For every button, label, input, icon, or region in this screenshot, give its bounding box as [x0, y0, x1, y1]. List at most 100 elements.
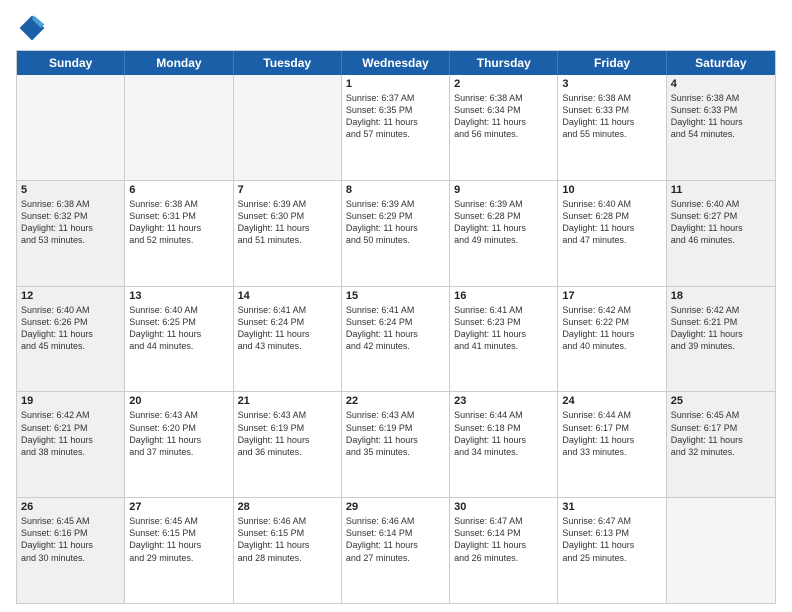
day-number: 11 [671, 184, 771, 196]
day-number: 30 [454, 501, 553, 513]
day-cell-5: 5 Sunrise: 6:38 AM Sunset: 6:32 PM Daylig… [17, 181, 125, 286]
day-cell-23: 23 Sunrise: 6:44 AM Sunset: 6:18 PM Dayli… [450, 392, 558, 497]
day-cell-24: 24 Sunrise: 6:44 AM Sunset: 6:17 PM Dayli… [558, 392, 666, 497]
day-number: 23 [454, 395, 553, 407]
day-info: Sunrise: 6:43 AM Sunset: 6:20 PM Dayligh… [129, 409, 228, 458]
day-cell-29: 29 Sunrise: 6:46 AM Sunset: 6:14 PM Dayli… [342, 498, 450, 603]
day-info: Sunrise: 6:37 AM Sunset: 6:35 PM Dayligh… [346, 92, 445, 141]
day-number: 3 [562, 78, 661, 90]
day-cell-21: 21 Sunrise: 6:43 AM Sunset: 6:19 PM Dayli… [234, 392, 342, 497]
day-cell-11: 11 Sunrise: 6:40 AM Sunset: 6:27 PM Dayli… [667, 181, 775, 286]
day-info: Sunrise: 6:42 AM Sunset: 6:22 PM Dayligh… [562, 304, 661, 353]
day-number: 17 [562, 290, 661, 302]
header-day-sunday: Sunday [17, 51, 125, 75]
day-number: 4 [671, 78, 771, 90]
day-cell-2: 2 Sunrise: 6:38 AM Sunset: 6:34 PM Daylig… [450, 75, 558, 180]
day-number: 1 [346, 78, 445, 90]
day-cell-4: 4 Sunrise: 6:38 AM Sunset: 6:33 PM Daylig… [667, 75, 775, 180]
day-number: 19 [21, 395, 120, 407]
day-cell-27: 27Sunrise: 6:45 AM Sunset: 6:15 PM Dayli… [125, 498, 233, 603]
day-number: 16 [454, 290, 553, 302]
day-number: 14 [238, 290, 337, 302]
day-cell-28: 28Sunrise: 6:46 AM Sunset: 6:15 PM Dayli… [234, 498, 342, 603]
day-info: Sunrise: 6:42 AM Sunset: 6:21 PM Dayligh… [21, 409, 120, 458]
calendar-row-3: 19 Sunrise: 6:42 AM Sunset: 6:21 PM Dayli… [17, 391, 775, 497]
day-number: 7 [238, 184, 337, 196]
day-info: Sunrise: 6:41 AM Sunset: 6:24 PM Dayligh… [346, 304, 445, 353]
day-cell-10: 10 Sunrise: 6:40 AM Sunset: 6:28 PM Dayli… [558, 181, 666, 286]
day-number: 12 [21, 290, 120, 302]
page: SundayMondayTuesdayWednesdayThursdayFrid… [0, 0, 792, 612]
day-cell-9: 9 Sunrise: 6:39 AM Sunset: 6:28 PM Daylig… [450, 181, 558, 286]
day-number: 22 [346, 395, 445, 407]
day-cell-25: 25 Sunrise: 6:45 AM Sunset: 6:17 PM Dayli… [667, 392, 775, 497]
day-number: 18 [671, 290, 771, 302]
day-cell-30: 30 Sunrise: 6:47 AM Sunset: 6:14 PM Dayli… [450, 498, 558, 603]
day-number: 5 [21, 184, 120, 196]
day-info: Sunrise: 6:38 AM Sunset: 6:33 PM Dayligh… [671, 92, 771, 141]
day-number: 31 [562, 501, 661, 513]
day-number: 26 [21, 501, 120, 513]
header-day-wednesday: Wednesday [342, 51, 450, 75]
calendar-body: 1 Sunrise: 6:37 AM Sunset: 6:35 PM Daylig… [17, 75, 775, 603]
day-info: Sunrise: 6:38 AM Sunset: 6:34 PM Dayligh… [454, 92, 553, 141]
day-cell-31: 31Sunrise: 6:47 AM Sunset: 6:13 PM Dayli… [558, 498, 666, 603]
day-cell-14: 14Sunrise: 6:41 AM Sunset: 6:24 PM Dayli… [234, 287, 342, 392]
day-info: Sunrise: 6:44 AM Sunset: 6:17 PM Dayligh… [562, 409, 661, 458]
calendar: SundayMondayTuesdayWednesdayThursdayFrid… [16, 50, 776, 604]
day-info: Sunrise: 6:40 AM Sunset: 6:27 PM Dayligh… [671, 198, 771, 247]
logo [16, 12, 52, 44]
day-number: 21 [238, 395, 337, 407]
day-info: Sunrise: 6:38 AM Sunset: 6:33 PM Dayligh… [562, 92, 661, 141]
day-number: 24 [562, 395, 661, 407]
day-number: 9 [454, 184, 553, 196]
day-cell-3: 3 Sunrise: 6:38 AM Sunset: 6:33 PM Daylig… [558, 75, 666, 180]
empty-cell-0-1 [125, 75, 233, 180]
day-info: Sunrise: 6:40 AM Sunset: 6:25 PM Dayligh… [129, 304, 228, 353]
day-info: Sunrise: 6:39 AM Sunset: 6:29 PM Dayligh… [346, 198, 445, 247]
day-info: Sunrise: 6:44 AM Sunset: 6:18 PM Dayligh… [454, 409, 553, 458]
day-info: Sunrise: 6:42 AM Sunset: 6:21 PM Dayligh… [671, 304, 771, 353]
day-cell-20: 20 Sunrise: 6:43 AM Sunset: 6:20 PM Dayli… [125, 392, 233, 497]
day-info: Sunrise: 6:38 AM Sunset: 6:32 PM Dayligh… [21, 198, 120, 247]
day-info: Sunrise: 6:46 AM Sunset: 6:14 PM Dayligh… [346, 515, 445, 564]
day-cell-1: 1 Sunrise: 6:37 AM Sunset: 6:35 PM Daylig… [342, 75, 450, 180]
day-number: 10 [562, 184, 661, 196]
day-number: 6 [129, 184, 228, 196]
day-number: 20 [129, 395, 228, 407]
day-cell-15: 15 Sunrise: 6:41 AM Sunset: 6:24 PM Dayli… [342, 287, 450, 392]
header [16, 12, 776, 44]
day-cell-19: 19 Sunrise: 6:42 AM Sunset: 6:21 PM Dayli… [17, 392, 125, 497]
calendar-row-2: 12 Sunrise: 6:40 AM Sunset: 6:26 PM Dayli… [17, 286, 775, 392]
day-info: Sunrise: 6:43 AM Sunset: 6:19 PM Dayligh… [238, 409, 337, 458]
day-cell-8: 8Sunrise: 6:39 AM Sunset: 6:29 PM Daylig… [342, 181, 450, 286]
day-number: 2 [454, 78, 553, 90]
day-number: 25 [671, 395, 771, 407]
day-cell-16: 16Sunrise: 6:41 AM Sunset: 6:23 PM Dayli… [450, 287, 558, 392]
day-info: Sunrise: 6:39 AM Sunset: 6:28 PM Dayligh… [454, 198, 553, 247]
day-number: 15 [346, 290, 445, 302]
day-cell-17: 17 Sunrise: 6:42 AM Sunset: 6:22 PM Dayli… [558, 287, 666, 392]
day-cell-26: 26 Sunrise: 6:45 AM Sunset: 6:16 PM Dayli… [17, 498, 125, 603]
empty-cell-4-6 [667, 498, 775, 603]
day-info: Sunrise: 6:45 AM Sunset: 6:16 PM Dayligh… [21, 515, 120, 564]
day-cell-6: 6Sunrise: 6:38 AM Sunset: 6:31 PM Daylig… [125, 181, 233, 286]
day-cell-12: 12 Sunrise: 6:40 AM Sunset: 6:26 PM Dayli… [17, 287, 125, 392]
day-info: Sunrise: 6:43 AM Sunset: 6:19 PM Dayligh… [346, 409, 445, 458]
day-info: Sunrise: 6:45 AM Sunset: 6:17 PM Dayligh… [671, 409, 771, 458]
calendar-header: SundayMondayTuesdayWednesdayThursdayFrid… [17, 51, 775, 75]
day-info: Sunrise: 6:40 AM Sunset: 6:26 PM Dayligh… [21, 304, 120, 353]
day-cell-13: 13Sunrise: 6:40 AM Sunset: 6:25 PM Dayli… [125, 287, 233, 392]
day-number: 29 [346, 501, 445, 513]
calendar-row-0: 1 Sunrise: 6:37 AM Sunset: 6:35 PM Daylig… [17, 75, 775, 180]
day-number: 28 [238, 501, 337, 513]
day-info: Sunrise: 6:47 AM Sunset: 6:14 PM Dayligh… [454, 515, 553, 564]
header-day-tuesday: Tuesday [234, 51, 342, 75]
header-day-friday: Friday [558, 51, 666, 75]
calendar-row-4: 26 Sunrise: 6:45 AM Sunset: 6:16 PM Dayli… [17, 497, 775, 603]
header-day-thursday: Thursday [450, 51, 558, 75]
day-info: Sunrise: 6:39 AM Sunset: 6:30 PM Dayligh… [238, 198, 337, 247]
day-info: Sunrise: 6:40 AM Sunset: 6:28 PM Dayligh… [562, 198, 661, 247]
header-day-monday: Monday [125, 51, 233, 75]
day-number: 27 [129, 501, 228, 513]
